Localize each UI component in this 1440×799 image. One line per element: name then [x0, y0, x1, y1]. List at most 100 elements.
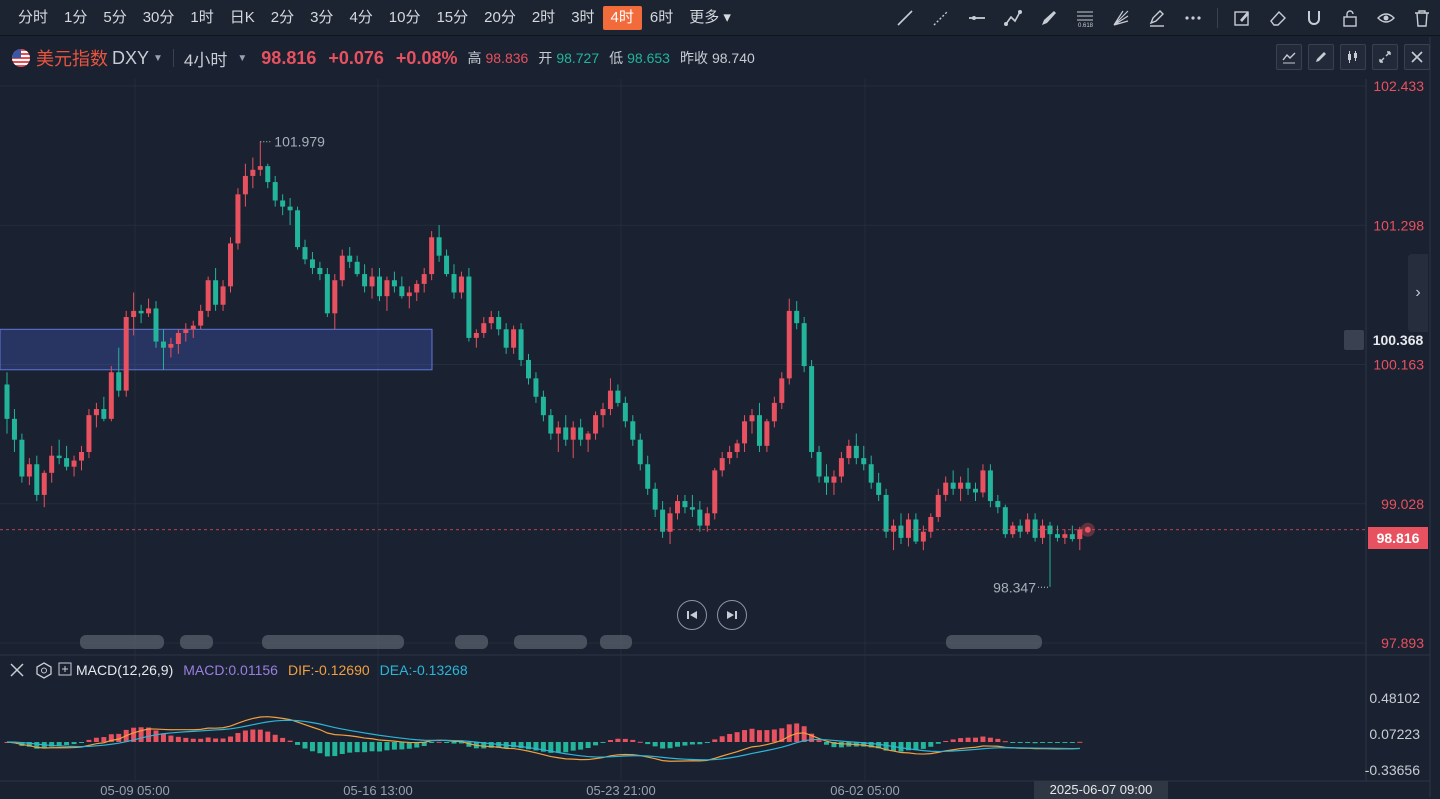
high-marker: 101.979 — [274, 134, 325, 150]
candle-body — [488, 317, 494, 324]
macd-histogram-bar — [600, 742, 606, 743]
macd-histogram-bar — [995, 738, 1001, 742]
candle-body — [309, 259, 315, 268]
price-axis-label: 101.298 — [1373, 217, 1424, 233]
candle-body — [116, 372, 122, 391]
macd-histogram-bar — [220, 738, 226, 742]
candle-body — [518, 329, 524, 360]
candle-body — [473, 332, 479, 338]
close-indicator-icon[interactable] — [0, 657, 34, 683]
macd-histogram-bar — [607, 740, 613, 742]
event-marker[interactable] — [600, 635, 632, 649]
candle-body — [466, 276, 472, 338]
candle-body — [302, 247, 308, 260]
add-indicator-icon[interactable] — [54, 657, 76, 683]
candle-body — [697, 509, 703, 526]
macd-histogram-bar — [257, 729, 263, 742]
dif-value: DIF:-0.12690 — [287, 662, 370, 678]
macd-histogram-bar — [965, 737, 971, 742]
scroll-end-button[interactable] — [717, 600, 747, 630]
macd-histogram-bar — [250, 729, 256, 742]
dea-value: DEA:-0.13268 — [379, 662, 468, 678]
macd-histogram-bar — [228, 736, 233, 742]
macd-value: MACD:0.01156 — [183, 662, 278, 678]
macd-histogram-bar — [555, 742, 561, 753]
alert-bell-icon[interactable] — [1344, 330, 1364, 350]
settings-hex-icon[interactable] — [34, 657, 54, 683]
candle-body — [973, 488, 978, 493]
macd-histogram-bar — [309, 742, 315, 752]
candle-body — [987, 470, 993, 502]
candle-body — [824, 476, 829, 483]
event-marker[interactable] — [455, 635, 488, 649]
candle-body — [958, 482, 964, 489]
candle-body — [816, 451, 822, 477]
macd-histogram-bar — [585, 742, 591, 748]
candle-body — [444, 255, 450, 275]
skip-forward-icon — [727, 611, 737, 619]
candle-body — [391, 280, 397, 287]
candle-body — [883, 494, 889, 532]
event-marker[interactable] — [514, 635, 587, 649]
candle-body — [347, 255, 353, 262]
candle-body — [190, 325, 196, 330]
candle-body — [421, 274, 427, 284]
macd-axis-label: 0.48102 — [1369, 690, 1420, 706]
candle-body — [1040, 525, 1046, 538]
macd-histogram-bar — [235, 733, 241, 742]
macd-histogram-bar — [332, 742, 338, 757]
macd-histogram-bar — [354, 742, 360, 753]
candle-body — [645, 464, 651, 489]
macd-histogram-bar — [630, 739, 636, 742]
candle-body — [339, 255, 345, 281]
macd-histogram-bar — [205, 737, 211, 742]
candle-body — [965, 482, 971, 489]
candle-body — [809, 366, 815, 452]
macd-histogram-bar — [369, 742, 375, 752]
candle-body — [257, 166, 263, 170]
candle-body — [734, 443, 740, 452]
scroll-start-button[interactable] — [677, 600, 707, 630]
candle-body — [980, 470, 986, 493]
macd-histogram-bar — [71, 742, 77, 745]
macd-axis-label: -0.33656 — [1365, 762, 1420, 778]
event-marker[interactable] — [180, 635, 213, 649]
event-marker[interactable] — [80, 635, 164, 649]
macd-histogram-bar — [1047, 742, 1053, 743]
candle-body — [265, 166, 271, 183]
candle-body — [235, 194, 241, 244]
candle-body — [607, 390, 613, 410]
macd-histogram-bar — [93, 737, 99, 742]
macd-histogram-bar — [295, 742, 301, 745]
macd-histogram-bar — [101, 737, 107, 742]
price-zone-rectangle[interactable] — [0, 328, 433, 371]
candle-body — [354, 261, 360, 275]
candle-body — [34, 464, 40, 495]
side-panel-toggle[interactable]: › — [1408, 254, 1428, 332]
candle-body — [64, 458, 70, 467]
event-marker[interactable] — [262, 635, 404, 649]
candle-body — [101, 409, 107, 419]
macd-histogram-bar — [660, 742, 666, 749]
macd-histogram-bar — [79, 742, 84, 743]
macd-histogram-bar — [302, 742, 308, 749]
candle-body — [585, 433, 591, 440]
candle-body — [451, 274, 457, 293]
candle-body — [853, 445, 859, 459]
macd-histogram-bar — [771, 729, 777, 742]
candle-body — [429, 237, 435, 275]
candle-body — [548, 415, 554, 434]
macd-histogram-bar — [153, 730, 159, 742]
macd-histogram-bar — [652, 742, 658, 747]
macd-histogram-bar — [764, 730, 770, 742]
event-marker[interactable] — [946, 635, 1042, 649]
macd-histogram-bar — [675, 742, 680, 747]
candle-body — [704, 513, 710, 526]
candle-body — [205, 280, 211, 311]
candle-body — [764, 421, 770, 446]
macd-histogram-bar — [943, 740, 949, 742]
last-price-label: 100.368 — [1372, 332, 1424, 348]
dif-line — [6, 716, 1080, 762]
macd-histogram-bar — [913, 742, 919, 751]
macd-histogram-bar — [689, 742, 695, 745]
